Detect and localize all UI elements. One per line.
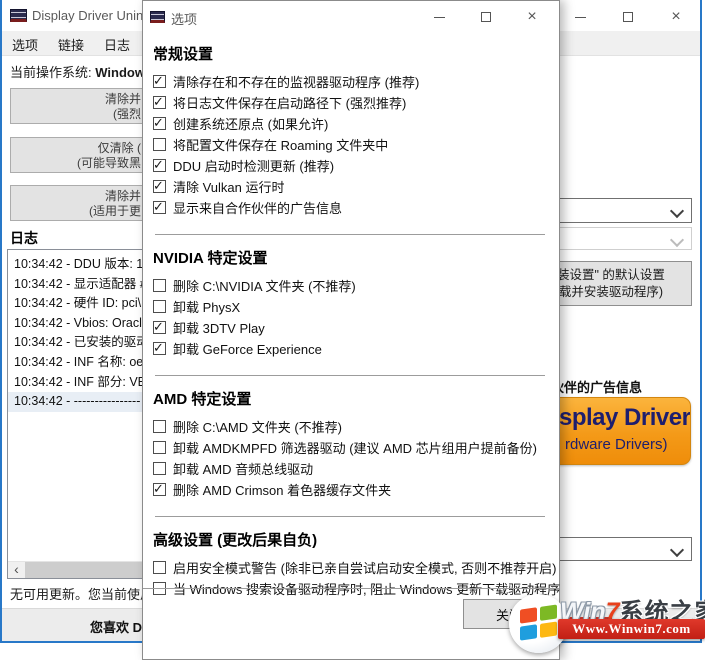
checkbox-row[interactable]: 卸载 PhysX xyxy=(153,296,547,317)
checkbox-row[interactable]: 将配置文件保存在 Roaming 文件夹中 xyxy=(153,134,547,155)
checkbox-row[interactable]: 显示来自合作伙伴的广告信息 xyxy=(153,197,547,218)
dialog-close-x-button[interactable]: × xyxy=(521,6,543,28)
checkbox-row[interactable]: 删除 C:\NVIDIA 文件夹 (不推荐) xyxy=(153,275,547,296)
checkbox-checked[interactable] xyxy=(153,342,166,355)
checkbox-checked[interactable] xyxy=(153,321,166,334)
button-label: 清除并(适用于更 xyxy=(11,189,141,219)
main-maximize-button[interactable] xyxy=(617,6,639,28)
partner-ads-label: 伙伴的广告信息 xyxy=(551,377,642,396)
logo-subtitle-text: rdware Drivers) xyxy=(565,436,668,453)
checkbox-label: 将日志文件保存在启动路径下 (强烈推荐) xyxy=(173,93,406,112)
current-os-line: 当前操作系统: Window xyxy=(10,62,145,81)
dialog-app-icon xyxy=(150,11,165,23)
dialog-title: 选项 xyxy=(171,9,197,28)
checkbox-row[interactable]: 删除 C:\AMD 文件夹 (不推荐) xyxy=(153,416,547,437)
checkbox-checked[interactable] xyxy=(153,117,166,130)
checkbox-unchecked[interactable] xyxy=(153,561,166,574)
button-label: 清除并(强烈 xyxy=(11,92,141,122)
dialog-minimize-button[interactable] xyxy=(428,6,450,28)
checkbox-label: 删除 C:\NVIDIA 文件夹 (不推荐) xyxy=(173,276,356,295)
checkbox-unchecked[interactable] xyxy=(153,138,166,151)
checkbox-label: 删除 C:\AMD 文件夹 (不推荐) xyxy=(173,417,342,436)
bottom-bar-text: 您喜欢 D xyxy=(2,617,142,636)
checkbox-row[interactable]: DDU 启动时检测更新 (推荐) xyxy=(153,155,547,176)
checkbox-unchecked[interactable] xyxy=(153,462,166,475)
chevron-down-icon xyxy=(670,233,684,247)
checkbox-row[interactable]: 卸载 AMDKMPFD 筛选器驱动 (建议 AMD 芯片组用户提前备份) xyxy=(153,437,547,458)
main-window-title: Display Driver Unins xyxy=(32,8,150,23)
logo-title-text: splay Driver xyxy=(559,404,690,432)
checkbox-label: 创建系统还原点 (如果允许) xyxy=(173,114,328,133)
checkbox-checked[interactable] xyxy=(153,96,166,109)
section-heading-1: NVIDIA 特定设置 xyxy=(153,247,547,268)
menu-item-2[interactable]: 日志 xyxy=(94,31,140,56)
log-section-label: 日志 xyxy=(10,228,38,248)
checkbox-unchecked[interactable] xyxy=(153,441,166,454)
checkbox-label: 卸载 PhysX xyxy=(173,297,240,316)
dialog-titlebar: 选项 × xyxy=(143,1,559,32)
section-heading-3: 高级设置 (更改后果自负) xyxy=(153,529,547,550)
main-minimize-button[interactable] xyxy=(569,6,591,28)
dialog-bottom-separator xyxy=(143,588,559,589)
checkbox-row[interactable]: 清除 Vulkan 运行时 xyxy=(153,176,547,197)
update-status-text: 无可用更新。您当前使用 xyxy=(10,584,153,603)
checkbox-label: 卸载 AMD 音频总线驱动 xyxy=(173,459,313,478)
scroll-left-arrow[interactable]: ‹ xyxy=(8,562,25,578)
checkbox-row[interactable]: 卸载 GeForce Experience xyxy=(153,338,547,359)
section-separator xyxy=(155,375,545,376)
winwin7-watermark: Win7系统之家 Www.Winwin7.com xyxy=(500,590,705,643)
section-heading-0: 常规设置 xyxy=(153,43,547,64)
checkbox-row[interactable]: 卸载 3DTV Play xyxy=(153,317,547,338)
checkbox-checked[interactable] xyxy=(153,201,166,214)
checkbox-unchecked[interactable] xyxy=(153,420,166,433)
watermark-url-banner: Www.Winwin7.com xyxy=(558,619,705,639)
checkbox-checked[interactable] xyxy=(153,483,166,496)
app-icon xyxy=(10,9,27,22)
options-dialog: 选项 × 常规设置清除存在和不存在的监视器驱动程序 (推荐) 将日志文件保存在启动… xyxy=(142,0,560,660)
checkbox-label: 卸载 GeForce Experience xyxy=(173,339,322,358)
checkbox-checked[interactable] xyxy=(153,180,166,193)
checkbox-label: 清除 Vulkan 运行时 xyxy=(173,177,285,196)
checkbox-label: 卸载 3DTV Play xyxy=(173,318,265,337)
checkbox-label: 卸载 AMDKMPFD 筛选器驱动 (建议 AMD 芯片组用户提前备份) xyxy=(173,438,537,457)
checkbox-label: 删除 AMD Crimson 着色器缓存文件夹 xyxy=(173,480,391,499)
dialog-maximize-button[interactable] xyxy=(475,6,497,28)
button-label: 仅清除 ((可能导致黑 xyxy=(11,141,141,171)
chevron-down-icon xyxy=(670,543,684,557)
checkbox-row[interactable]: 将日志文件保存在启动路径下 (强烈推荐) xyxy=(153,92,547,113)
checkbox-row[interactable]: 卸载 AMD 音频总线驱动 xyxy=(153,458,547,479)
checkbox-checked[interactable] xyxy=(153,75,166,88)
checkbox-row[interactable]: 启用安全模式警告 (除非已亲自尝试启动安全模式, 否则不推荐开启) xyxy=(153,557,547,578)
checkbox-unchecked[interactable] xyxy=(153,279,166,292)
section-separator xyxy=(155,516,545,517)
main-close-button[interactable]: × xyxy=(665,6,687,28)
section-separator xyxy=(155,234,545,235)
checkbox-label: 启用安全模式警告 (除非已亲自尝试启动安全模式, 否则不推荐开启) xyxy=(173,558,557,577)
chevron-down-icon xyxy=(670,204,684,218)
checkbox-label: DDU 启动时检测更新 (推荐) xyxy=(173,156,334,175)
checkbox-label: 显示来自合作伙伴的广告信息 xyxy=(173,198,342,217)
checkbox-row[interactable]: 清除存在和不存在的监视器驱动程序 (推荐) xyxy=(153,71,547,92)
checkbox-unchecked[interactable] xyxy=(153,300,166,313)
checkbox-label: 清除存在和不存在的监视器驱动程序 (推荐) xyxy=(173,72,419,91)
menu-item-0[interactable]: 选项 xyxy=(2,31,48,56)
menu-item-1[interactable]: 链接 xyxy=(48,31,94,56)
checkbox-row[interactable]: 删除 AMD Crimson 着色器缓存文件夹 xyxy=(153,479,547,500)
checkbox-row[interactable]: 创建系统还原点 (如果允许) xyxy=(153,113,547,134)
checkbox-checked[interactable] xyxy=(153,159,166,172)
checkbox-label: 将配置文件保存在 Roaming 文件夹中 xyxy=(173,135,388,154)
section-heading-2: AMD 特定设置 xyxy=(153,388,547,409)
